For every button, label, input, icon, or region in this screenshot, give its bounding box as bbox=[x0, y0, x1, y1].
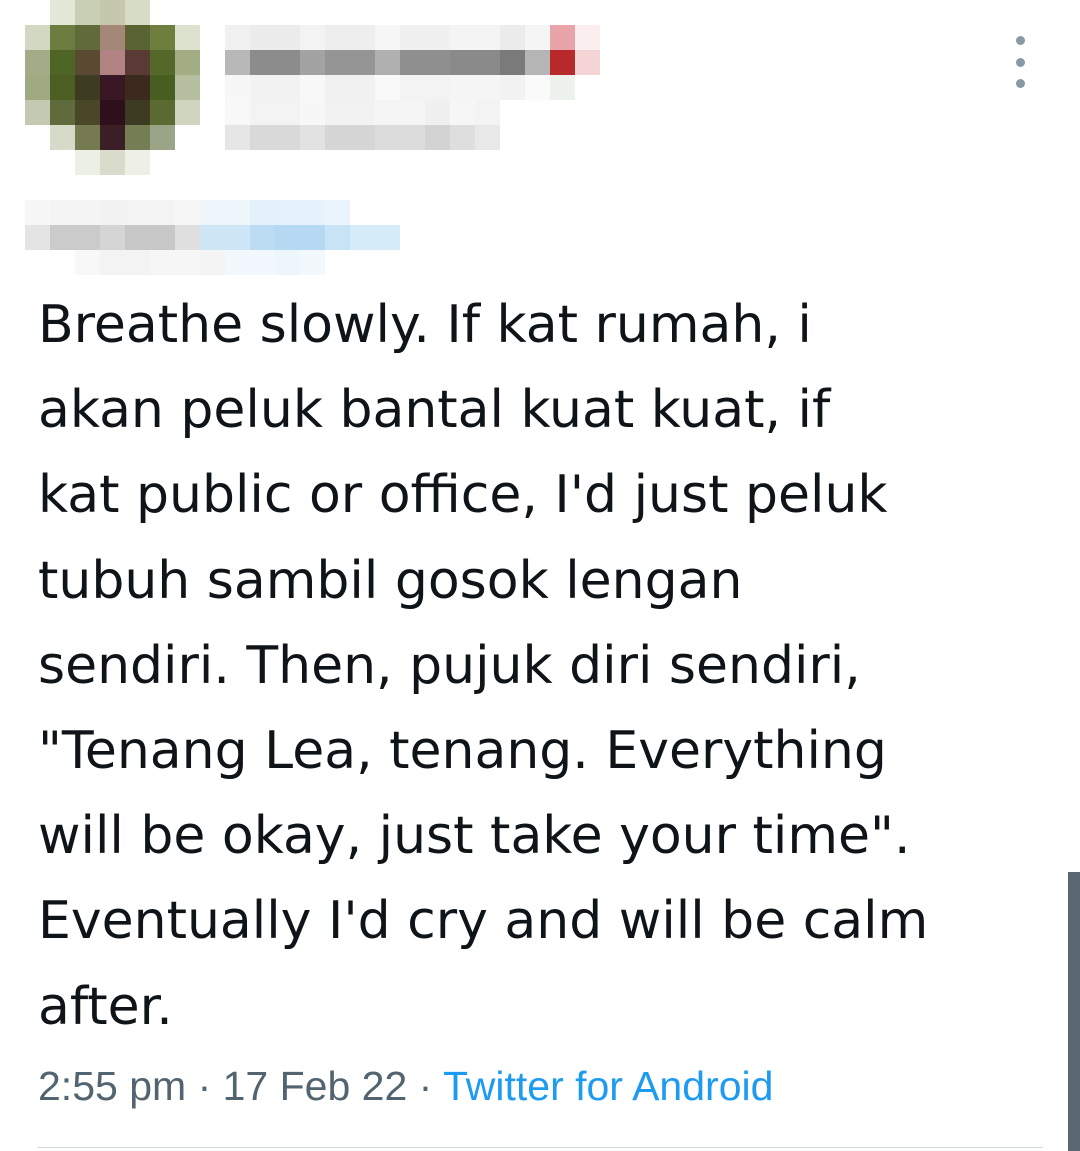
tweet-text-line: sendiri. Then, pujuk diri sendiri, bbox=[38, 635, 861, 696]
tweet-text-line: "Tenang Lea, tenang. Everything bbox=[38, 721, 887, 782]
author-name-obscured-row2 bbox=[225, 50, 600, 75]
tweet-text-line: kat public or office, I'd just peluk bbox=[38, 465, 888, 526]
tweet-detail: Breathe slowly. If kat rumah, i akan pel… bbox=[0, 0, 1080, 1151]
more-vertical-icon[interactable] bbox=[1004, 36, 1036, 88]
divider bbox=[38, 1147, 1043, 1148]
tweet-text-line: akan peluk bantal kuat kuat, if bbox=[38, 380, 831, 441]
tweet-text-line: after. bbox=[38, 976, 173, 1037]
tweet-source-link[interactable]: Twitter for Android bbox=[443, 1063, 773, 1109]
scrollbar[interactable] bbox=[1068, 872, 1080, 1151]
tweet-date[interactable]: 17 Feb 22 bbox=[223, 1063, 408, 1109]
meta-separator: · bbox=[418, 1063, 433, 1109]
more-dot bbox=[1015, 57, 1025, 67]
reply-context-obscured bbox=[25, 200, 350, 225]
tweet-text-line: Eventually I'd cry and will be calm bbox=[38, 891, 929, 952]
author-handle-obscured-row2 bbox=[225, 125, 500, 150]
author-name-obscured[interactable] bbox=[225, 25, 600, 50]
tweet-text-line: tubuh sambil gosok lengan bbox=[38, 550, 743, 611]
tweet-meta: 2:55 pm · 17 Feb 22 · Twitter for Androi… bbox=[38, 1058, 773, 1114]
reply-context-obscured-row3 bbox=[75, 250, 325, 275]
more-dot bbox=[1015, 79, 1025, 88]
tweet-time[interactable]: 2:55 pm bbox=[38, 1063, 186, 1109]
more-dot bbox=[1015, 36, 1025, 45]
meta-separator: · bbox=[197, 1063, 212, 1109]
reply-context-obscured-row2 bbox=[25, 225, 400, 250]
avatar[interactable] bbox=[25, 0, 200, 175]
tweet-text: Breathe slowly. If kat rumah, i akan pel… bbox=[38, 283, 1038, 1050]
author-handle-obscured[interactable] bbox=[225, 100, 500, 125]
tweet-text-line: Breathe slowly. If kat rumah, i bbox=[38, 295, 812, 355]
tweet-text-line: will be okay, just take your time". bbox=[38, 806, 911, 867]
author-name-obscured-row3 bbox=[225, 75, 575, 100]
